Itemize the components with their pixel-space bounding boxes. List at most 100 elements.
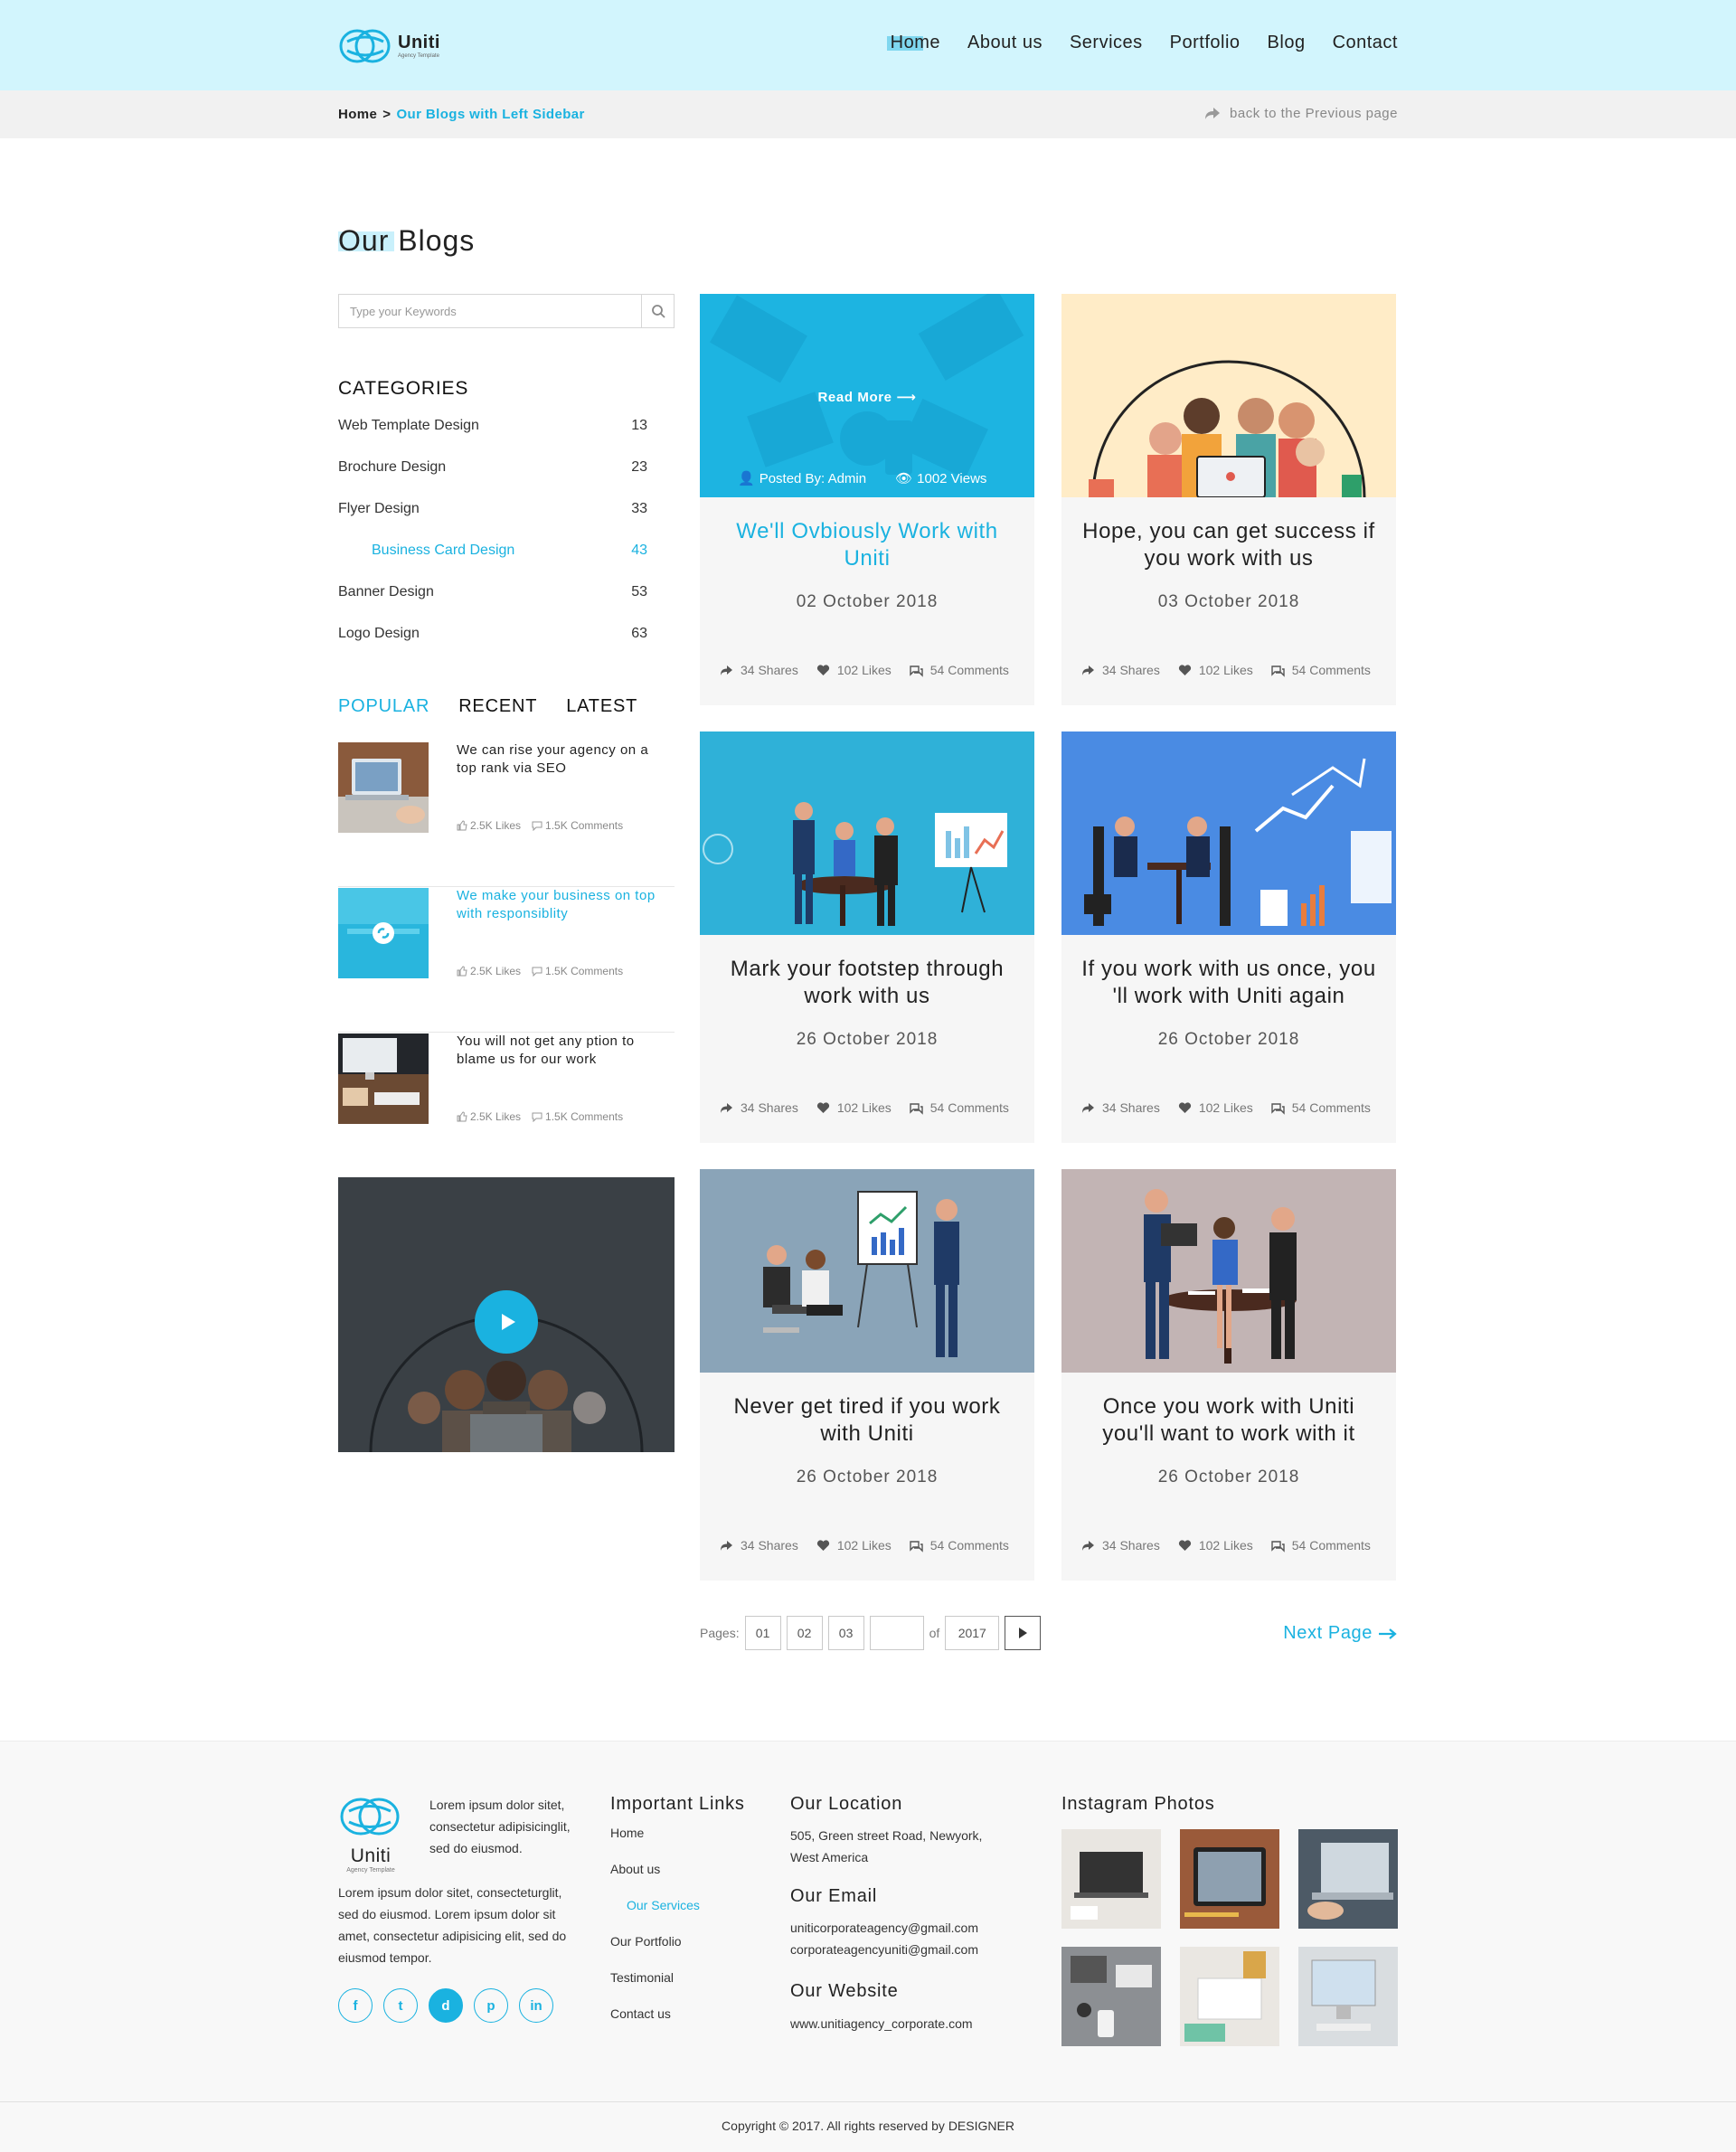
blog-card-image[interactable] xyxy=(700,1169,1034,1373)
tab-recent[interactable]: RECENT xyxy=(458,696,537,717)
comments[interactable]: 54 Comments xyxy=(910,1100,1009,1115)
popular-post[interactable]: You will not get any ption to blame us f… xyxy=(338,1033,675,1178)
shares[interactable]: 34 Shares xyxy=(720,1100,798,1115)
nav-blog[interactable]: Blog xyxy=(1268,33,1306,53)
likes[interactable]: 102 Likes xyxy=(1178,663,1253,677)
blog-card-title[interactable]: We'll Ovbiously Work with Uniti xyxy=(718,518,1016,572)
blog-card[interactable]: Mark your footstep through work with us … xyxy=(700,731,1034,1143)
twitter-icon[interactable]: t xyxy=(383,1988,418,2023)
category-item[interactable]: Brochure Design 23 xyxy=(338,459,647,501)
blog-card[interactable]: If you work with us once, you 'll work w… xyxy=(1061,731,1396,1143)
blog-card-title[interactable]: Never get tired if you work with Uniti xyxy=(718,1393,1016,1448)
popular-post[interactable]: We can rise your agency on a top rank vi… xyxy=(338,741,675,887)
shares[interactable]: 34 Shares xyxy=(720,1538,798,1553)
tab-latest[interactable]: LATEST xyxy=(566,696,637,717)
instagram-photo[interactable] xyxy=(1180,1947,1279,2046)
likes[interactable]: 102 Likes xyxy=(1178,1100,1253,1115)
comments[interactable]: 54 Comments xyxy=(910,1538,1009,1553)
category-item-active[interactable]: Business Card Design 43 xyxy=(338,543,647,584)
popular-post-meta: 2.5K Likes 1.5K Comments xyxy=(457,965,623,977)
instagram-photo[interactable] xyxy=(1061,1947,1161,2046)
dribbble-icon[interactable]: d xyxy=(429,1988,463,2023)
instagram-photo[interactable] xyxy=(1061,1829,1161,1929)
post-thumbnail[interactable] xyxy=(338,742,429,833)
comments[interactable]: 54 Comments xyxy=(1271,1538,1371,1553)
breadcrumb-home[interactable]: Home xyxy=(338,107,377,122)
blog-card-title[interactable]: Mark your footstep through work with us xyxy=(718,956,1016,1010)
facebook-icon[interactable]: f xyxy=(338,1988,373,2023)
likes[interactable]: 102 Likes xyxy=(816,663,892,677)
linkedin-icon[interactable]: in xyxy=(519,1988,553,2023)
blog-card-image[interactable] xyxy=(1061,731,1396,935)
page-input[interactable] xyxy=(869,1616,924,1650)
email-2[interactable]: corporateagencyuniti@gmail.com xyxy=(790,1939,978,1960)
search-input[interactable] xyxy=(339,295,641,327)
category-count: 53 xyxy=(631,584,647,599)
blog-card-title[interactable]: Once you work with Uniti you'll want to … xyxy=(1080,1393,1378,1448)
popular-post-title[interactable]: We can rise your agency on a top rank vi… xyxy=(457,741,665,778)
blog-card-title[interactable]: Hope, you can get success if you work wi… xyxy=(1080,518,1378,572)
blog-card-image[interactable]: Read More ⟶ 👤 Posted By: Admin 👁 1002 View… xyxy=(700,294,1034,497)
category-item[interactable]: Web Template Design 13 xyxy=(338,418,647,459)
nav-contact[interactable]: Contact xyxy=(1333,33,1398,53)
instagram-photo[interactable] xyxy=(1298,1829,1398,1929)
footer-link-portfolio[interactable]: Our Portfolio xyxy=(610,1934,700,1970)
popular-post-title[interactable]: You will not get any ption to blame us f… xyxy=(457,1033,665,1069)
popular-post[interactable]: We make your business on top with respon… xyxy=(338,887,675,1033)
search-button[interactable] xyxy=(641,295,674,327)
read-more-link[interactable]: Read More ⟶ xyxy=(700,389,1034,405)
blog-card[interactable]: Hope, you can get success if you work wi… xyxy=(1061,294,1396,705)
instagram-photo[interactable] xyxy=(1298,1947,1398,2046)
page-button[interactable]: 02 xyxy=(786,1616,823,1650)
blog-card-title[interactable]: If you work with us once, you 'll work w… xyxy=(1080,956,1378,1010)
likes[interactable]: 102 Likes xyxy=(816,1100,892,1115)
category-item[interactable]: Banner Design 53 xyxy=(338,584,647,626)
next-button[interactable] xyxy=(1005,1616,1042,1650)
share-icon xyxy=(1082,665,1094,675)
instagram-photo[interactable] xyxy=(1180,1829,1279,1929)
footer-link-services[interactable]: Our Services xyxy=(610,1898,700,1934)
blog-card-image[interactable] xyxy=(1061,1169,1396,1373)
pinterest-icon[interactable]: p xyxy=(474,1988,508,2023)
comments[interactable]: 54 Comments xyxy=(1271,1100,1371,1115)
back-link[interactable]: back to the Previous page xyxy=(1204,105,1398,121)
footer-logo[interactable]: Uniti Agency Template xyxy=(338,1796,403,1874)
likes[interactable]: 102 Likes xyxy=(816,1538,892,1553)
shares[interactable]: 34 Shares xyxy=(1081,663,1160,677)
blog-card-image[interactable] xyxy=(1061,294,1396,497)
blog-card-image[interactable] xyxy=(700,731,1034,935)
category-label: Brochure Design xyxy=(338,459,447,475)
category-item[interactable]: Flyer Design 33 xyxy=(338,501,647,543)
shares[interactable]: 34 Shares xyxy=(1081,1538,1160,1553)
email-1[interactable]: uniticorporateagency@gmail.com xyxy=(790,1917,978,1939)
post-thumbnail[interactable] xyxy=(338,1034,429,1124)
footer-link-about[interactable]: About us xyxy=(610,1862,700,1898)
footer-link-contact[interactable]: Contact us xyxy=(610,2006,700,2043)
page-button[interactable]: 03 xyxy=(827,1616,864,1650)
popular-post-meta: 2.5K Likes 1.5K Comments xyxy=(457,1110,623,1123)
blog-card[interactable]: Never get tired if you work with Uniti 2… xyxy=(700,1169,1034,1581)
nav-portfolio[interactable]: Portfolio xyxy=(1170,33,1241,53)
comments[interactable]: 54 Comments xyxy=(1271,663,1371,677)
next-page-link[interactable]: Next Page xyxy=(1283,1623,1398,1644)
page-button[interactable]: 01 xyxy=(744,1616,781,1650)
blog-card[interactable]: Read More ⟶ 👤 Posted By: Admin 👁 1002 View… xyxy=(700,294,1034,705)
footer-link-testimonial[interactable]: Testimonial xyxy=(610,1970,700,2006)
nav-home[interactable]: Home xyxy=(886,33,940,53)
category-item[interactable]: Logo Design 63 xyxy=(338,626,647,667)
footer-link-home[interactable]: Home xyxy=(610,1826,700,1862)
website-link[interactable]: www.unitiagency_corporate.com xyxy=(790,2013,973,2034)
popular-post-title[interactable]: We make your business on top with respon… xyxy=(457,887,665,923)
logo[interactable]: Uniti Agency Template xyxy=(338,27,440,65)
nav-services[interactable]: Services xyxy=(1070,33,1143,53)
blog-card[interactable]: Once you work with Uniti you'll want to … xyxy=(1061,1169,1396,1581)
nav-about[interactable]: About us xyxy=(967,33,1043,53)
post-thumbnail[interactable] xyxy=(338,888,429,978)
video-widget[interactable] xyxy=(338,1177,675,1452)
tab-popular[interactable]: POPULAR xyxy=(338,696,429,717)
likes[interactable]: 102 Likes xyxy=(1178,1538,1253,1553)
shares[interactable]: 34 Shares xyxy=(720,663,798,677)
shares[interactable]: 34 Shares xyxy=(1081,1100,1160,1115)
play-button[interactable] xyxy=(475,1290,538,1354)
comments[interactable]: 54 Comments xyxy=(910,663,1009,677)
